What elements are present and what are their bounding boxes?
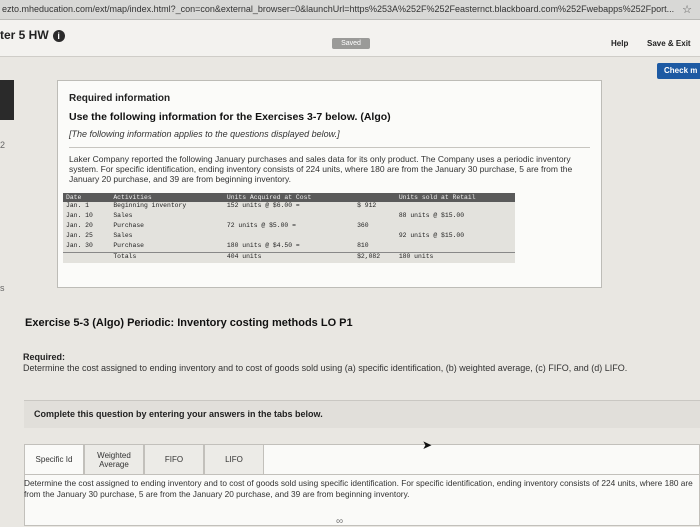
save-exit-button[interactable]: Save & Exit xyxy=(647,39,691,48)
column-header: Date xyxy=(63,193,111,202)
table-cell: 72 units @ $5.00 = xyxy=(226,222,296,229)
url-text: ezto.mheducation.com/ext/map/index.html?… xyxy=(2,4,675,14)
tab-instruction-text: Determine the cost assigned to ending in… xyxy=(24,478,693,499)
table-cell: 88 units @ $15.00 xyxy=(398,212,465,219)
tab-divider xyxy=(24,474,700,475)
side-panel-tab[interactable] xyxy=(0,80,14,120)
table-row: Jan. 10 Sales 88 units @ $15.00 xyxy=(63,212,515,222)
table-cell: 404 units xyxy=(223,252,355,263)
exercise-title: Exercise 5-3 (Algo) Periodic: Inventory … xyxy=(25,317,353,329)
table-header-row: Date Activities Units Acquired at Cost U… xyxy=(63,193,515,202)
table-cell xyxy=(224,232,354,242)
table-cell xyxy=(354,212,396,222)
table-cell xyxy=(396,202,515,212)
table-cell: 180 units @ $4.50 = xyxy=(226,242,300,249)
column-header: Units sold at Retail xyxy=(395,193,515,202)
bookmark-star-icon[interactable]: ☆ xyxy=(682,3,692,16)
table-cell xyxy=(396,222,515,232)
mouse-cursor-icon: ➤ xyxy=(422,438,433,452)
app-header: ter 5 HW i Saved Help Save & Exit xyxy=(0,20,700,57)
required-info-description: Laker Company reported the following Jan… xyxy=(69,154,573,184)
tab-fifo[interactable]: FIFO xyxy=(144,444,204,474)
table-cell: 92 units @ $15.00 xyxy=(398,232,465,239)
required-info-note: [The following information applies to th… xyxy=(69,129,340,139)
table-cell: Jan. 30 xyxy=(66,242,93,249)
table-cell: Sales xyxy=(113,212,133,219)
saved-status-badge: Saved xyxy=(332,38,370,49)
required-info-subtitle: Use the following information for the Ex… xyxy=(69,111,391,123)
required-info-title: Required information xyxy=(69,93,171,104)
question-number-2: s xyxy=(0,283,5,293)
table-cell: Jan. 25 xyxy=(66,232,93,239)
table-cell: 810 xyxy=(357,242,369,249)
chapter-label: ter 5 HW xyxy=(0,28,49,42)
table-cell xyxy=(224,212,354,222)
table-totals-row: Totals 404 units $2,082 180 units xyxy=(63,252,515,263)
address-bar[interactable]: ezto.mheducation.com/ext/map/index.html?… xyxy=(0,0,700,20)
table-cell: Beginning inventory xyxy=(113,202,187,209)
table-row: Jan. 1 Beginning inventory 152 units @ $… xyxy=(63,202,515,212)
table-row: Jan. 25 Sales 92 units @ $15.00 xyxy=(63,232,515,242)
table-cell: Jan. 20 xyxy=(66,222,93,229)
tab-specific-id[interactable]: Specific Id xyxy=(24,444,84,474)
table-cell: $2,082 xyxy=(354,252,396,263)
instruction-bar: Complete this question by entering your … xyxy=(24,400,700,428)
table-cell: 152 units @ $6.00 = xyxy=(226,202,300,209)
required-text: Determine the cost assigned to ending in… xyxy=(23,363,628,373)
column-header: Activities xyxy=(110,193,224,202)
table-cell: Purchase xyxy=(113,222,144,229)
table-cell xyxy=(354,232,396,242)
link-icon[interactable]: ∞ xyxy=(336,516,343,527)
table-cell: $ 912 xyxy=(357,202,377,209)
help-button[interactable]: Help xyxy=(611,39,628,48)
table-cell xyxy=(63,252,111,263)
inventory-table: Date Activities Units Acquired at Cost U… xyxy=(63,193,515,263)
table-cell: 180 units xyxy=(395,252,515,263)
column-header: Units Acquired at Cost xyxy=(223,193,355,202)
table-cell: Jan. 1 xyxy=(66,202,90,209)
chapter-title: ter 5 HW i xyxy=(0,28,65,42)
question-number: 2 xyxy=(0,140,6,150)
instruction-text: Complete this question by entering your … xyxy=(34,409,323,419)
required-information-panel: Required information Use the following i… xyxy=(57,80,602,288)
table-cell xyxy=(396,242,515,253)
table-cell: 360 xyxy=(357,222,369,229)
table-row: Jan. 30 Purchase 180 units @ $4.50 = 810 xyxy=(63,242,515,253)
table-cell: Purchase xyxy=(113,242,144,249)
info-icon[interactable]: i xyxy=(52,29,65,42)
tab-lifo[interactable]: LIFO xyxy=(204,444,264,474)
divider xyxy=(69,147,590,148)
required-label: Required: xyxy=(23,352,66,362)
column-header xyxy=(354,193,396,202)
tab-weighted-average[interactable]: Weighted Average xyxy=(84,444,144,474)
table-row: Jan. 20 Purchase 72 units @ $5.00 = 360 xyxy=(63,222,515,232)
table-cell: Jan. 10 xyxy=(66,212,93,219)
table-cell: Totals xyxy=(110,252,224,263)
table-cell: Sales xyxy=(113,232,133,239)
check-my-work-button[interactable]: Check m xyxy=(657,63,700,79)
